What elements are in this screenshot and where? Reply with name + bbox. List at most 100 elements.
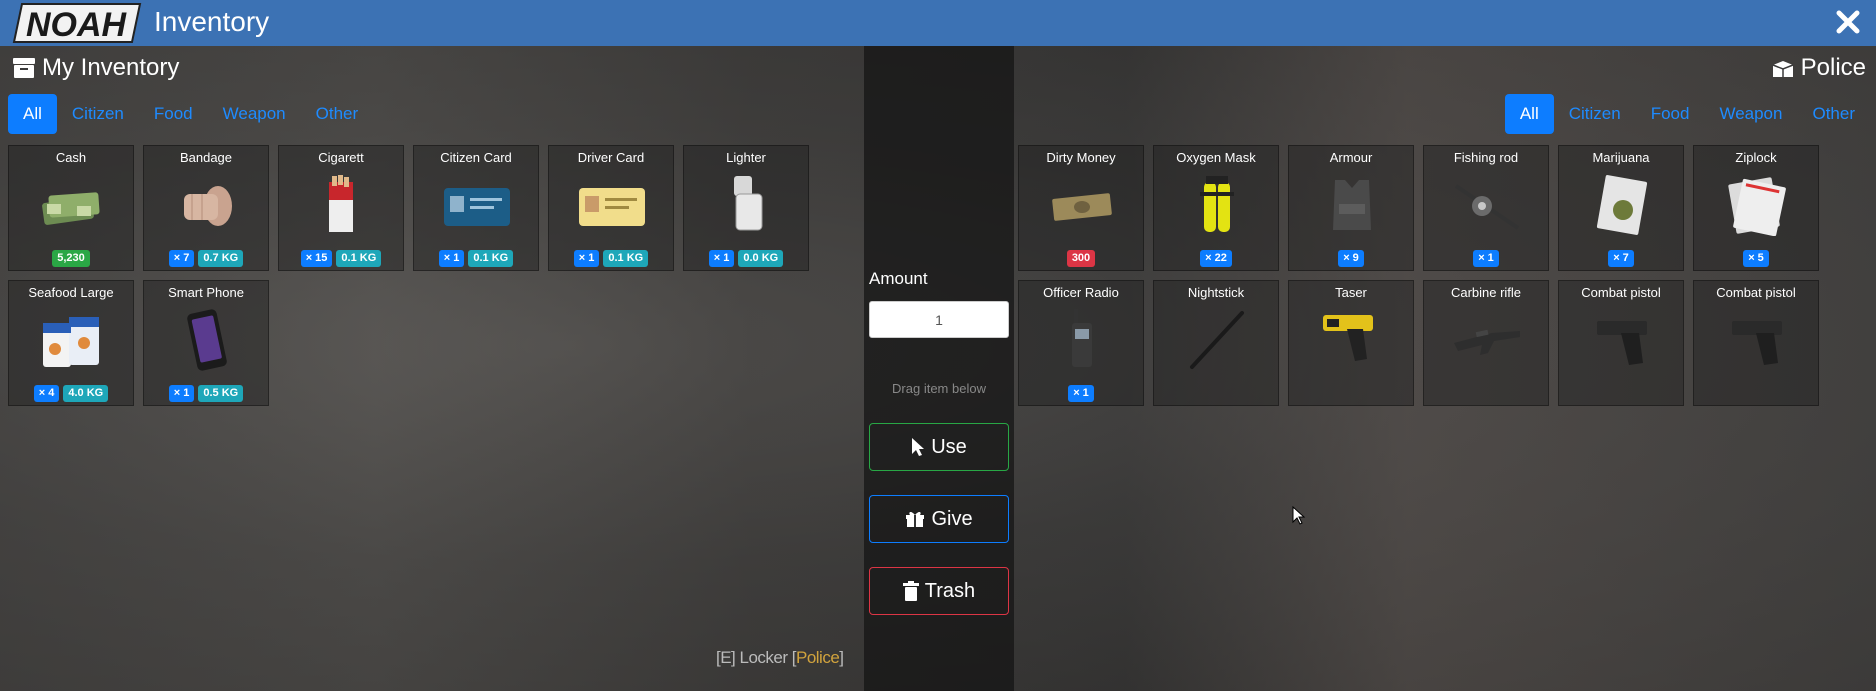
item-slot-fishing-rod[interactable]: Fishing rod × 1 bbox=[1423, 145, 1549, 271]
item-slot-nightstick[interactable]: Nightstick bbox=[1153, 280, 1279, 406]
trash-button[interactable]: Trash bbox=[869, 567, 1009, 615]
item-name: Cash bbox=[55, 150, 87, 165]
nightstick-icon bbox=[1190, 311, 1244, 369]
give-button[interactable]: Give bbox=[869, 495, 1009, 543]
count-badge: × 9 bbox=[1338, 250, 1364, 267]
police-locker-panel: Police All Citizen Food Weapon Other Dir… bbox=[1014, 46, 1876, 691]
tab-all[interactable]: All bbox=[8, 94, 57, 134]
weight-badge: 0.1 KG bbox=[468, 250, 514, 267]
ziplock-icon bbox=[1728, 177, 1786, 236]
item-name: Lighter bbox=[726, 150, 766, 165]
close-icon[interactable] bbox=[1832, 6, 1864, 38]
item-slot-dirty-money[interactable]: Dirty Money 300 bbox=[1018, 145, 1144, 271]
item-name: Ziplock bbox=[1735, 150, 1777, 165]
action-panel: Amount Drag item below Use Give Trash bbox=[864, 46, 1014, 691]
item-name: Combat pistol bbox=[1716, 285, 1796, 300]
item-name: Cigarett bbox=[318, 150, 364, 165]
item-slot-carbine-rifle[interactable]: Carbine rifle bbox=[1423, 280, 1549, 406]
item-slot-combat-pistol[interactable]: Combat pistol bbox=[1693, 280, 1819, 406]
pistol-icon bbox=[1732, 321, 1782, 365]
phone-icon bbox=[187, 309, 227, 371]
item-slot-combat-pistol[interactable]: Combat pistol bbox=[1558, 280, 1684, 406]
give-label: Give bbox=[931, 507, 973, 530]
item-slot-cash[interactable]: Cash 5,230 bbox=[8, 145, 134, 271]
item-name: Armour bbox=[1329, 150, 1373, 165]
pistol-icon bbox=[1597, 321, 1647, 365]
item-slot-bandage[interactable]: Bandage × 7 0.7 KG bbox=[143, 145, 269, 271]
amount-label: Amount bbox=[869, 269, 928, 288]
tab-citizen[interactable]: Citizen bbox=[1554, 94, 1636, 134]
count-badge: × 1 bbox=[1473, 250, 1499, 267]
count-badge: × 15 bbox=[300, 250, 333, 267]
item-slot-ziplock[interactable]: Ziplock × 5 bbox=[1693, 145, 1819, 271]
item-slot-marijuana[interactable]: Marijuana × 7 bbox=[1558, 145, 1684, 271]
count-badge: × 1 bbox=[708, 250, 735, 267]
money-badge: 5,230 bbox=[52, 250, 90, 267]
weight-badge: 0.1 KG bbox=[336, 250, 382, 267]
fishing-rod-icon bbox=[1454, 184, 1520, 230]
taser-icon bbox=[1323, 315, 1373, 361]
panel-title-right: Police bbox=[1771, 54, 1866, 82]
svg-text:NOAH: NOAH bbox=[26, 6, 128, 44]
item-slot-officer-radio[interactable]: Officer Radio × 1 bbox=[1018, 280, 1144, 406]
item-slot-oxygen-mask[interactable]: Oxygen Mask × 22 bbox=[1153, 145, 1279, 271]
item-name: Officer Radio bbox=[1043, 285, 1119, 300]
weight-badge: 0.5 KG bbox=[198, 385, 244, 402]
archive-icon bbox=[13, 58, 35, 78]
oxygen-tank-icon bbox=[1200, 176, 1234, 232]
item-name: Seafood Large bbox=[28, 285, 114, 300]
item-name: Citizen Card bbox=[440, 150, 512, 165]
item-name: Smart Phone bbox=[168, 285, 244, 300]
right-tabs: All Citizen Food Weapon Other bbox=[1504, 94, 1870, 134]
bandage-icon bbox=[184, 186, 232, 226]
count-badge: × 1 bbox=[168, 385, 195, 402]
my-inventory-panel: My Inventory All Citizen Food Weapon Oth… bbox=[0, 46, 864, 691]
my-inventory-title: My Inventory bbox=[42, 54, 180, 81]
item-slot-cigarett[interactable]: Cigarett × 15 0.1 KG bbox=[278, 145, 404, 271]
item-name: Driver Card bbox=[577, 150, 645, 165]
window-title: Inventory bbox=[154, 6, 270, 37]
item-name: Carbine rifle bbox=[1450, 285, 1522, 300]
tab-all[interactable]: All bbox=[1504, 94, 1554, 134]
drag-hint: Drag item below bbox=[892, 381, 986, 396]
count-badge: × 7 bbox=[168, 250, 195, 267]
item-slot-citizen-card[interactable]: Citizen Card × 1 0.1 KG bbox=[413, 145, 539, 271]
radio-icon bbox=[1072, 309, 1092, 367]
tab-other[interactable]: Other bbox=[1797, 94, 1870, 134]
count-badge: × 7 bbox=[1608, 250, 1634, 267]
item-slot-seafood-large[interactable]: Seafood Large × 4 4.0 KG bbox=[8, 280, 134, 406]
item-slot-smart-phone[interactable]: Smart Phone × 1 0.5 KG bbox=[143, 280, 269, 406]
item-name: Dirty Money bbox=[1046, 150, 1116, 165]
item-name: Combat pistol bbox=[1581, 285, 1661, 300]
armour-vest-icon bbox=[1333, 180, 1371, 230]
use-button[interactable]: Use bbox=[869, 423, 1009, 471]
item-slot-armour[interactable]: Armour × 9 bbox=[1288, 145, 1414, 271]
weight-badge: 4.0 KG bbox=[63, 385, 109, 402]
amount-input[interactable] bbox=[869, 301, 1009, 338]
tab-other[interactable]: Other bbox=[301, 94, 374, 134]
count-badge: × 5 bbox=[1743, 250, 1769, 267]
item-slot-driver-card[interactable]: Driver Card × 1 0.1 KG bbox=[548, 145, 674, 271]
tab-citizen[interactable]: Citizen bbox=[57, 94, 139, 134]
tab-weapon[interactable]: Weapon bbox=[208, 94, 301, 134]
item-slot-lighter[interactable]: Lighter × 1 0.0 KG bbox=[683, 145, 809, 271]
trash-icon bbox=[902, 581, 919, 601]
gift-icon bbox=[906, 511, 925, 527]
cigarette-icon bbox=[329, 175, 353, 232]
weight-badge: 0.0 KG bbox=[738, 250, 784, 267]
left-item-grid: Cash 5,230 Bandage × 7 0.7 KG Cigarett ×… bbox=[8, 145, 809, 406]
tab-food[interactable]: Food bbox=[1636, 94, 1705, 134]
item-name: Bandage bbox=[179, 150, 233, 165]
tab-weapon[interactable]: Weapon bbox=[1704, 94, 1797, 134]
driver-license-icon bbox=[579, 188, 645, 226]
left-tabs: All Citizen Food Weapon Other bbox=[8, 94, 373, 134]
item-slot-taser[interactable]: Taser bbox=[1288, 280, 1414, 406]
item-name: Fishing rod bbox=[1453, 150, 1519, 165]
panel-title-left: My Inventory bbox=[12, 54, 179, 82]
trash-label: Trash bbox=[924, 579, 976, 602]
count-badge: × 22 bbox=[1200, 250, 1232, 267]
count-badge: × 1 bbox=[1068, 385, 1094, 402]
tab-food[interactable]: Food bbox=[139, 94, 208, 134]
marijuana-bag-icon bbox=[1596, 175, 1648, 235]
cash-icon bbox=[42, 192, 100, 225]
